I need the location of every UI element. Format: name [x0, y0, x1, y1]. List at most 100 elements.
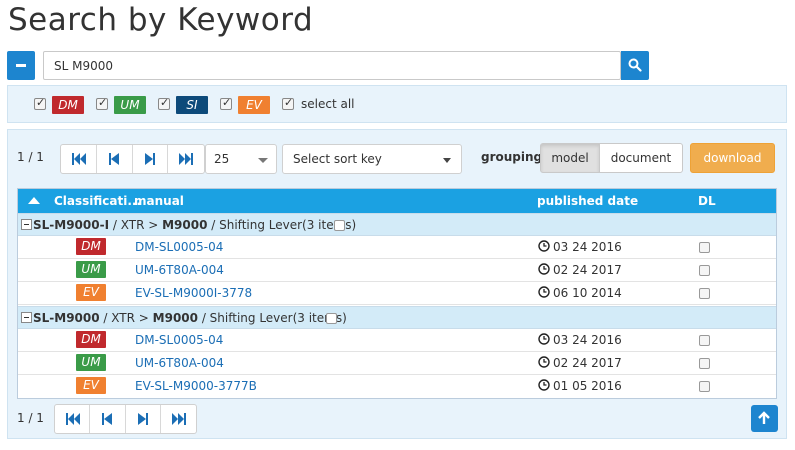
next-page-icon — [144, 153, 155, 165]
pager-top — [60, 144, 205, 174]
dl-checkbox[interactable] — [699, 381, 710, 392]
search-icon — [628, 58, 642, 72]
dm-badge: DM — [52, 96, 84, 114]
clock-icon — [538, 263, 550, 275]
manual-link[interactable]: UM-6T80A-004 — [135, 263, 224, 277]
page-title: Search by Keyword — [8, 2, 314, 38]
table-row[interactable]: EV EV-SL-M9000I-3778 06 10 2014 — [18, 282, 776, 305]
collapse-toggle-icon[interactable] — [21, 219, 32, 230]
um-badge: UM — [114, 96, 146, 114]
published-date: 02 24 2017 — [553, 263, 622, 277]
document-type-filter: DM UM SI EV select all — [7, 85, 787, 123]
group-label: SL-M9000 / XTR > M9000 / Shifting Lever(… — [33, 311, 347, 325]
table-header: Classificati... manual published date DL — [18, 189, 776, 213]
group-checkbox[interactable] — [334, 220, 345, 231]
first-page-icon — [72, 153, 86, 165]
scroll-to-top-button[interactable] — [751, 405, 778, 432]
chevron-down-icon — [258, 158, 268, 163]
sort-asc-icon[interactable] — [28, 197, 40, 204]
first-page-icon — [66, 413, 80, 425]
dl-checkbox[interactable] — [699, 358, 710, 369]
sort-key-select[interactable]: Select sort key — [282, 144, 462, 174]
clock-icon — [538, 356, 550, 368]
group-row: SL-M9000-I / XTR > M9000 / Shifting Leve… — [18, 213, 776, 236]
filter-um-checkbox[interactable] — [96, 96, 108, 110]
pager-bottom — [54, 404, 197, 434]
table-row[interactable]: DM DM-SL0005-04 03 24 2016 — [18, 236, 776, 259]
dm-badge: DM — [76, 238, 106, 255]
prev-page-icon — [108, 153, 119, 165]
collapse-filter-button[interactable] — [7, 51, 35, 80]
header-published-date[interactable]: published date — [537, 194, 638, 208]
results-table: Classificati... manual published date DL… — [17, 188, 777, 399]
filter-ev-checkbox[interactable] — [220, 96, 232, 110]
header-manual[interactable]: manual — [134, 194, 184, 208]
published-date: 03 24 2016 — [553, 333, 622, 347]
select-all-checkbox[interactable] — [282, 96, 294, 110]
published-date: 06 10 2014 — [553, 286, 622, 300]
um-badge: UM — [76, 354, 106, 371]
clock-icon — [538, 286, 550, 298]
group-checkbox[interactable] — [326, 313, 337, 324]
si-badge: SI — [176, 96, 208, 114]
search-bar — [7, 51, 649, 80]
group-label: SL-M9000-I / XTR > M9000 / Shifting Leve… — [33, 218, 357, 232]
grouping-label: grouping — [481, 150, 543, 164]
download-button[interactable]: download — [690, 143, 775, 173]
next-page-icon — [137, 413, 148, 425]
dl-checkbox[interactable] — [699, 265, 710, 276]
manual-link[interactable]: EV-SL-M9000I-3778 — [135, 286, 252, 300]
ev-badge: EV — [76, 377, 106, 394]
search-button[interactable] — [621, 51, 649, 80]
next-page-button[interactable] — [126, 405, 161, 433]
clock-icon — [538, 240, 550, 252]
table-row[interactable]: EV EV-SL-M9000-3777B 01 05 2016 — [18, 375, 776, 398]
published-date: 03 24 2016 — [553, 240, 622, 254]
page-count-bottom: 1 / 1 — [17, 411, 44, 425]
dl-checkbox[interactable] — [699, 335, 710, 346]
table-row[interactable]: DM DM-SL0005-04 03 24 2016 — [18, 329, 776, 352]
dl-checkbox[interactable] — [699, 242, 710, 253]
search-input[interactable] — [43, 51, 621, 80]
prev-page-icon — [102, 413, 113, 425]
results-panel: 1 / 1 25 Select sort key grouping model … — [7, 129, 787, 439]
published-date: 02 24 2017 — [553, 356, 622, 370]
manual-link[interactable]: DM-SL0005-04 — [135, 333, 223, 347]
last-page-icon — [179, 153, 194, 165]
header-classification[interactable]: Classificati... — [54, 194, 141, 208]
per-page-value: 25 — [214, 152, 230, 166]
prev-page-button[interactable] — [97, 145, 133, 173]
ev-badge: EV — [76, 284, 106, 301]
ev-badge: EV — [238, 96, 270, 114]
grouping-document-button[interactable]: document — [599, 143, 683, 173]
dm-badge: DM — [76, 331, 106, 348]
manual-link[interactable]: DM-SL0005-04 — [135, 240, 223, 254]
last-page-button[interactable] — [161, 405, 196, 433]
last-page-button[interactable] — [168, 145, 204, 173]
dl-checkbox[interactable] — [699, 288, 710, 299]
um-badge: UM — [76, 261, 106, 278]
select-all-label: select all — [301, 97, 355, 111]
collapse-toggle-icon[interactable] — [21, 312, 32, 323]
table-row[interactable]: UM UM-6T80A-004 02 24 2017 — [18, 352, 776, 375]
header-dl: DL — [698, 194, 716, 208]
clock-icon — [538, 379, 550, 391]
first-page-button[interactable] — [61, 145, 97, 173]
minus-icon — [16, 64, 26, 67]
filter-dm-checkbox[interactable] — [34, 96, 46, 110]
chevron-down-icon — [443, 158, 451, 163]
next-page-button[interactable] — [133, 145, 169, 173]
table-row[interactable]: UM UM-6T80A-004 02 24 2017 — [18, 259, 776, 282]
manual-link[interactable]: UM-6T80A-004 — [135, 356, 224, 370]
filter-si-checkbox[interactable] — [158, 96, 170, 110]
clock-icon — [538, 333, 550, 345]
last-page-icon — [171, 413, 186, 425]
group-row: SL-M9000 / XTR > M9000 / Shifting Lever(… — [18, 306, 776, 329]
manual-link[interactable]: EV-SL-M9000-3777B — [135, 379, 257, 393]
per-page-select[interactable]: 25 — [205, 144, 277, 174]
arrow-up-icon — [758, 411, 770, 424]
prev-page-button[interactable] — [90, 405, 126, 433]
grouping-model-button[interactable]: model — [540, 143, 600, 173]
first-page-button[interactable] — [55, 405, 91, 433]
sort-key-placeholder: Select sort key — [293, 152, 382, 166]
